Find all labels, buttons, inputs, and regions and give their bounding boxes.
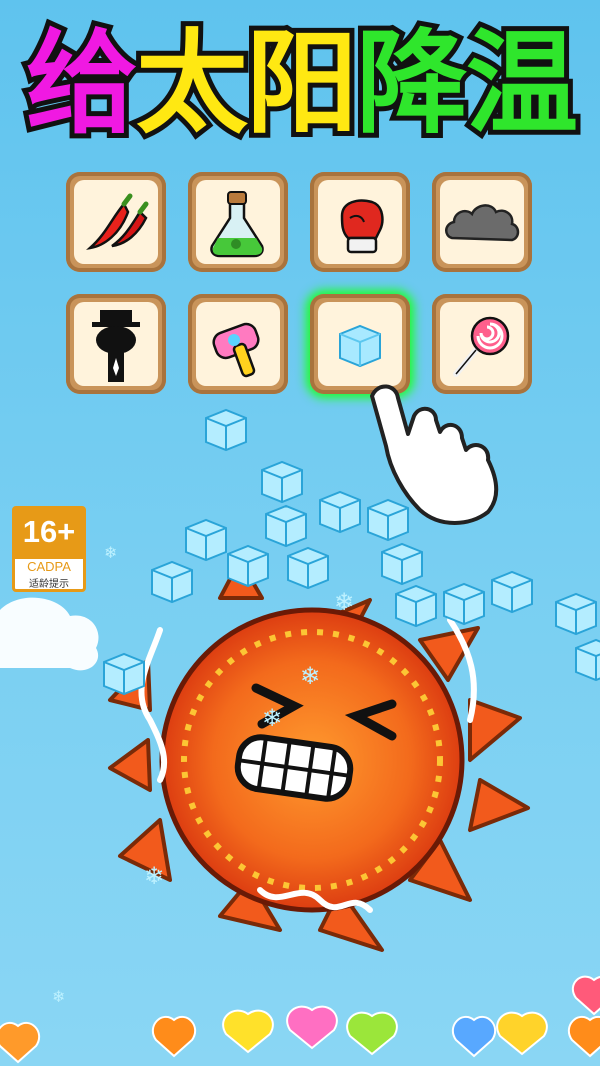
age-rating-badge: 16+ CADPA 适龄提示 [12,506,86,592]
game-scene: ❄ ❄ ❄ ❄ ❄ ❄ [0,384,600,1064]
svg-text:❄: ❄ [262,704,282,732]
candy-hearts [0,975,600,1064]
rating-tip: 适龄提示 [29,579,69,590]
svg-text:❄: ❄ [52,987,65,1006]
svg-text:❄: ❄ [334,588,354,616]
svg-text:❄: ❄ [144,862,164,890]
rating-organization: CADPA [27,559,71,574]
cloud-decoration [0,597,99,671]
age-rating-value: 16+ [15,509,83,559]
svg-text:❄: ❄ [104,543,117,562]
svg-text:❄: ❄ [300,662,320,690]
